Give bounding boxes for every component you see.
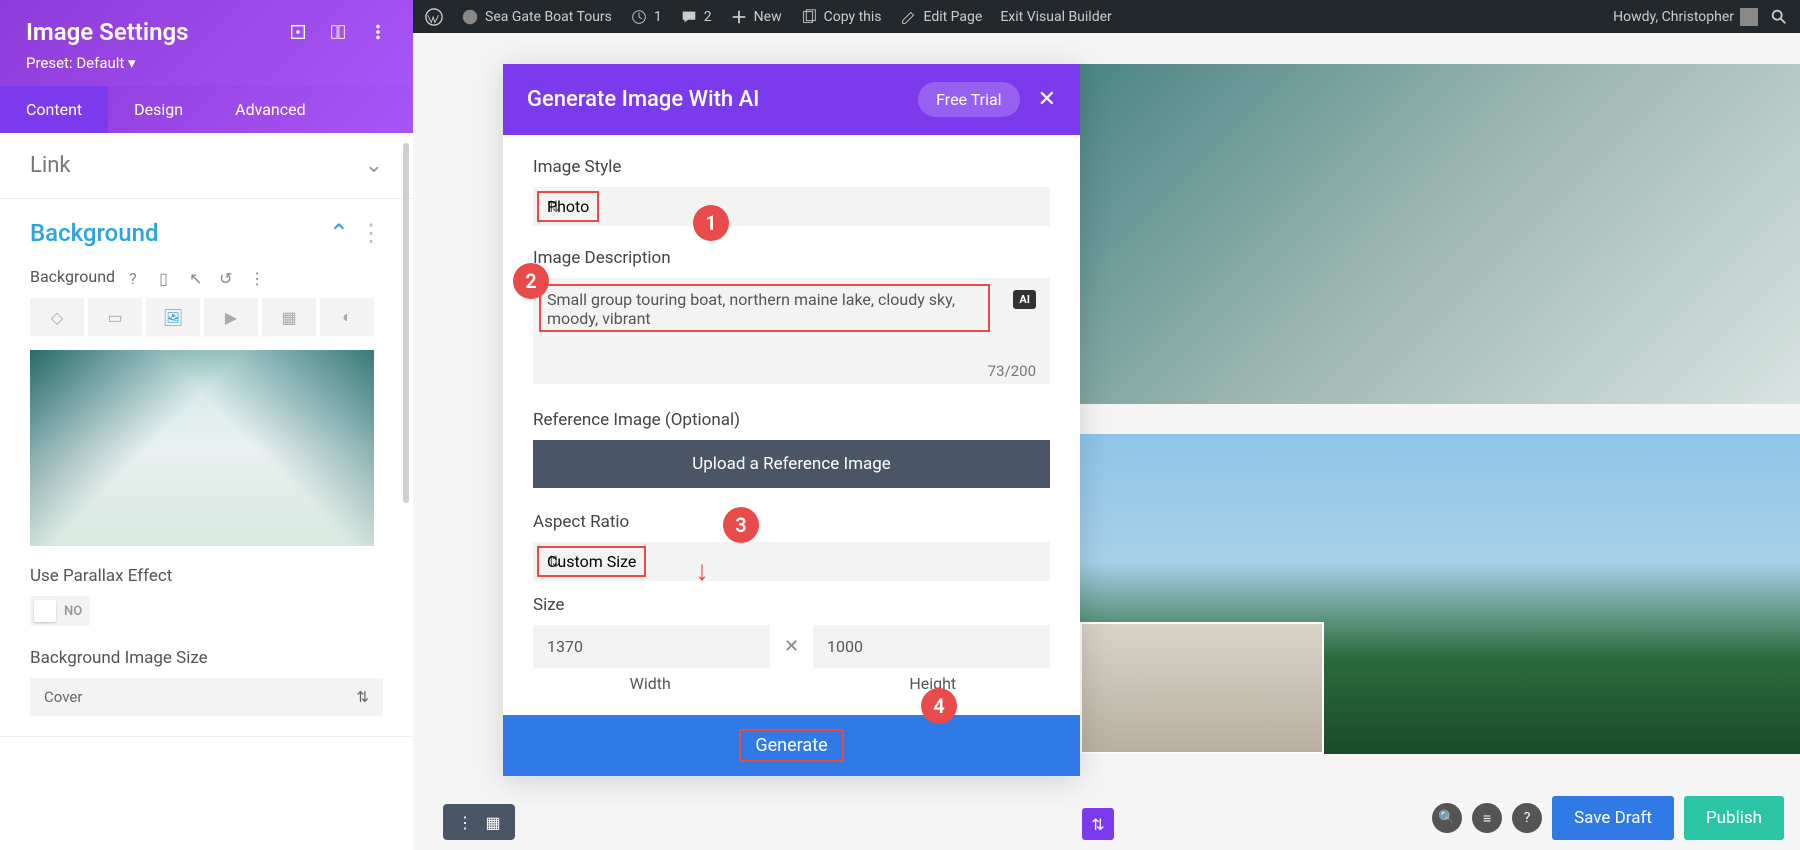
section-background[interactable]: Background ⌃ ⋮ [0,199,413,267]
size-multiply-icon: ✕ [784,636,799,657]
aspect-ratio-label: Aspect Ratio [533,512,1050,532]
copy[interactable]: Copy this [800,8,882,26]
image-desc-label: Image Description [533,248,1050,268]
tool-more-icon[interactable]: ⋮ [453,810,477,834]
phone-icon[interactable]: ▯ [159,269,175,285]
help-round-icon[interactable]: ? [1512,803,1542,833]
bg-tab-mask[interactable]: ◐ [320,298,374,336]
callout-1: 1 [693,205,729,241]
bg-size-label: Background Image Size [30,648,383,668]
layers-icon[interactable]: ≡ [1472,803,1502,833]
aspect-ratio-select[interactable]: Custom Size ⇅ [533,542,1050,581]
width-input[interactable] [533,625,770,668]
settings-tabs: Content Design Advanced [0,86,413,133]
upload-ref-button[interactable]: Upload a Reference Image [533,440,1050,488]
section-link[interactable]: Link ⌄ [0,133,413,198]
free-trial-badge[interactable]: Free Trial [918,82,1019,117]
new[interactable]: New [730,8,782,26]
parallax-toggle[interactable]: NO [30,596,90,626]
edit-page[interactable]: Edit Page [900,8,983,26]
section-background-label: Background [30,219,159,247]
cursor-icon[interactable]: ↖ [189,269,205,285]
howdy[interactable]: Howdy, Christopher [1613,8,1758,26]
tool-grid-icon[interactable]: ▦ [481,810,505,834]
background-tabs: ◇ ▭ 🖼 ▶ ▦ ◐ [30,298,383,336]
site-name[interactable]: Sea Gate Boat Tours [461,8,612,26]
bg-size-select[interactable]: Cover ⇅ [30,678,383,716]
search-icon[interactable] [1770,8,1788,26]
aspect-ratio-value: Custom Size [547,552,636,571]
inset-image [1080,622,1324,754]
tab-design[interactable]: Design [108,86,209,133]
more-dots-icon[interactable]: ⋮ [249,269,265,285]
close-icon[interactable]: ✕ [1038,87,1056,112]
modal-header: Generate Image With AI Free Trial ✕ [503,64,1080,135]
sort-tool[interactable]: ⇅ [1082,808,1114,840]
section-link-label: Link [30,153,71,178]
background-label: Background [30,267,115,286]
callout-3: 3 [723,507,759,543]
image-desc-input[interactable]: Small group touring boat, northern maine… [533,278,1050,384]
avatar [1740,8,1758,26]
bg-tab-image[interactable]: 🖼 [146,298,200,336]
modal-title: Generate Image With AI [527,87,759,112]
background-label-row: Background ? ▯ ↖ ↺ ⋮ [30,267,383,286]
reset-icon[interactable]: ↺ [219,269,235,285]
toggle-knob [34,600,56,622]
tab-advanced[interactable]: Advanced [209,86,332,133]
wp-admin-bar: Sea Gate Boat Tours 1 2 New Copy this Ed… [413,0,1800,33]
section-more-icon[interactable]: ⋮ [359,219,383,247]
preset-selector[interactable]: Preset: Default ▾ [26,54,387,72]
arrow-down-icon: ↓ [695,554,709,587]
sidebar-body: Link ⌄ Background ⌃ ⋮ Background ? ▯ ↖ ↺ [0,133,413,850]
bg-tab-pattern[interactable]: ▦ [262,298,316,336]
image-style-select[interactable]: Photo ⇅ [533,187,1050,226]
help-icon[interactable]: ? [129,269,145,285]
expand-icon[interactable] [289,23,307,41]
height-input[interactable] [813,625,1050,668]
comments[interactable]: 2 [680,8,712,26]
bg-tab-video[interactable]: ▶ [204,298,258,336]
scrollbar[interactable] [403,143,409,503]
bg-tab-gradient[interactable]: ▭ [88,298,142,336]
ai-image-modal: Generate Image With AI Free Trial ✕ Imag… [503,64,1080,776]
sidebar-title: Image Settings [26,18,189,46]
callout-2: 2 [513,263,549,299]
canvas: Generate Image With AI Free Trial ✕ Imag… [413,33,1800,850]
image-style-label: Image Style [533,157,1050,177]
image-style-value: Photo [547,197,589,216]
bottom-left-toolbar: ⋮ ▦ [443,804,515,840]
select-caret-icon: ⇅ [356,688,369,706]
save-draft-button[interactable]: Save Draft [1552,796,1674,840]
parallax-label: Use Parallax Effect [30,566,383,586]
width-label: Width [533,674,768,693]
ai-badge[interactable]: AI [1013,290,1036,309]
updates[interactable]: 1 [630,8,662,26]
ref-image-label: Reference Image (Optional) [533,410,1050,430]
sidebar-header: Image Settings Preset: Default ▾ [0,0,413,86]
background-preview[interactable] [30,350,374,546]
tab-content[interactable]: Content [0,86,108,133]
char-count: 73/200 [988,362,1036,380]
chevron-down-icon: ⌄ [365,153,383,178]
publish-button[interactable]: Publish [1684,796,1784,840]
hero-image [1080,64,1800,404]
toggle-value: NO [64,604,82,619]
bg-tab-color[interactable]: ◇ [30,298,84,336]
exit-visual-builder[interactable]: Exit Visual Builder [1000,9,1111,25]
bg-size-value: Cover [44,688,82,706]
settings-sidebar: Image Settings Preset: Default ▾ Content… [0,0,413,850]
zoom-icon[interactable]: 🔍 [1432,803,1462,833]
callout-4: 4 [921,688,957,724]
modal-footer: Generate [503,715,1080,776]
bottom-right-toolbar: 🔍 ≡ ? Save Draft Publish [1432,796,1784,840]
size-label: Size [533,595,1050,615]
layout-icon[interactable] [329,23,347,41]
chevron-up-icon: ⌃ [329,219,349,247]
generate-button[interactable]: Generate [739,729,843,762]
more-icon[interactable] [369,23,387,41]
wp-logo[interactable] [425,8,443,26]
